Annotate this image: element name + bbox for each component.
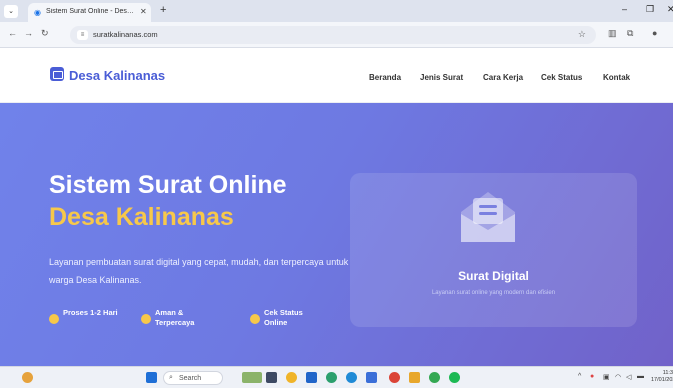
screen: ⌄ ◉ Sistem Surat Online - Desa Kali ✕ + …: [0, 0, 673, 388]
taskbar-search[interactable]: ⌕ Search: [163, 371, 223, 385]
url-text[interactable]: suratkalinanas.com: [93, 30, 158, 39]
clock-icon: [49, 314, 59, 324]
edge-icon[interactable]: [326, 372, 337, 383]
shield-icon: [141, 314, 151, 324]
omnibox[interactable]: ≡ suratkalinanas.com ☆: [70, 26, 596, 44]
search-icon: ⌕: [169, 374, 173, 381]
open-envelope-icon: [461, 192, 515, 242]
hero-description: Layanan pembuatan surat digital yang cep…: [49, 257, 349, 285]
tab-title: Sistem Surat Online - Desa Kali: [46, 8, 136, 15]
tab-search-button[interactable]: ⌄: [4, 5, 18, 18]
chrome-profile-icon[interactable]: [389, 372, 400, 383]
nav-cek-status[interactable]: Cek Status: [541, 73, 582, 82]
browser-tab[interactable]: ◉ Sistem Surat Online - Desa Kali ✕: [28, 3, 151, 22]
nav-cara-kerja[interactable]: Cara Kerja: [483, 73, 523, 82]
puzzle-icon[interactable]: ⧉: [627, 28, 633, 39]
nav-kontak[interactable]: Kontak: [603, 73, 630, 82]
tray-app-icon[interactable]: ●: [590, 373, 594, 380]
maximize-icon[interactable]: ❐: [646, 4, 654, 15]
search-icon: [250, 314, 260, 324]
folder-icon[interactable]: [409, 372, 420, 383]
bookmark-star-icon[interactable]: ☆: [578, 29, 586, 40]
envelope-logo-icon: [50, 67, 64, 81]
clock-date: 17/01/202: [651, 377, 673, 383]
taskbar-clock[interactable]: 11:3 17/01/202: [651, 370, 673, 384]
reload-icon[interactable]: ↻: [41, 28, 49, 39]
tab-close-icon[interactable]: ✕: [140, 7, 147, 16]
wifi-icon[interactable]: ◠: [615, 373, 621, 381]
back-icon[interactable]: ←: [8, 28, 17, 38]
address-bar-row: ← → ↻ ≡ suratkalinanas.com ☆ ▥ ⧉ ●: [0, 22, 673, 48]
battery-icon[interactable]: ▬: [637, 373, 644, 380]
file-explorer-icon[interactable]: [306, 372, 317, 383]
forward-icon[interactable]: →: [24, 28, 33, 38]
site-navbar: Desa Kalinanas Beranda Jenis Surat Cara …: [0, 48, 673, 103]
new-tab-button[interactable]: +: [160, 4, 166, 16]
hero-title-line2: Desa Kalinanas: [49, 203, 234, 231]
nav-beranda[interactable]: Beranda: [369, 73, 401, 82]
feature-label: Aman & Terpercaya: [155, 308, 195, 327]
chrome-icon[interactable]: [286, 372, 297, 383]
task-view-icon[interactable]: [266, 372, 277, 383]
volume-icon[interactable]: ◁: [626, 373, 631, 381]
app-icon[interactable]: [366, 372, 377, 383]
site-favicon-icon: ◉: [34, 8, 41, 17]
site-info-icon[interactable]: ≡: [77, 30, 88, 40]
tray-store-icon[interactable]: ▣: [603, 373, 610, 381]
feature-label: Proses 1-2 Hari: [63, 308, 118, 317]
taskbar-search-placeholder: Search: [179, 375, 202, 382]
feature-label: Cek Status Online: [264, 308, 303, 327]
browser-tab-strip: ⌄ ◉ Sistem Surat Online - Desa Kali ✕ + …: [0, 0, 673, 22]
nav-jenis-surat[interactable]: Jenis Surat: [420, 73, 463, 82]
close-window-icon[interactable]: ✕: [667, 4, 673, 15]
start-menu-icon[interactable]: [146, 372, 157, 383]
spotify-icon[interactable]: [449, 372, 460, 383]
clock-time: 11:3: [662, 370, 673, 376]
profile-avatar-icon[interactable]: ●: [652, 28, 657, 38]
hero-title-line1: Sistem Surat Online: [49, 171, 287, 199]
windows-taskbar: ⌕ Search ^ ● ▣ ◠ ◁ ▬ 11:3 17/01/202: [0, 366, 673, 388]
extension-icon[interactable]: ▥: [608, 28, 617, 39]
tray-chevron-icon[interactable]: ^: [578, 373, 581, 380]
hero-section: Sistem Surat Online Desa Kalinanas Layan…: [0, 103, 673, 366]
widgets-icon[interactable]: [242, 372, 262, 383]
minimize-icon[interactable]: –: [622, 4, 627, 14]
browser-icon[interactable]: [346, 372, 357, 383]
chrome-alt-icon[interactable]: [429, 372, 440, 383]
card-subtitle: Layanan surat online yang modern dan efi…: [431, 290, 556, 296]
weather-widget-icon[interactable]: [22, 372, 33, 383]
site-brand[interactable]: Desa Kalinanas: [69, 68, 165, 83]
card-title: Surat Digital: [458, 269, 529, 283]
